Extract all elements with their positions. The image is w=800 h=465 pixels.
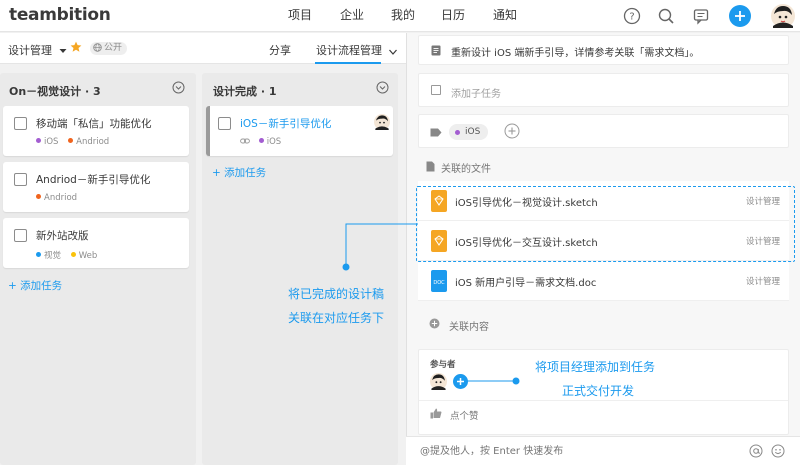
annotation-participant-line2: 正式交付开发 [562,384,635,398]
comment-input[interactable] [420,443,740,460]
mention-icon[interactable] [749,444,763,461]
annotation-participant-line1: 将项目经理添加到任务 [535,360,656,374]
emoji-icon[interactable] [771,444,785,461]
annotation-files-line1: 将已完成的设计稿 [288,287,385,301]
annotation-files-line2: 关联在对应任务下 [288,311,385,325]
annotation-connectors [342,223,520,385]
comment-bar [406,436,800,465]
